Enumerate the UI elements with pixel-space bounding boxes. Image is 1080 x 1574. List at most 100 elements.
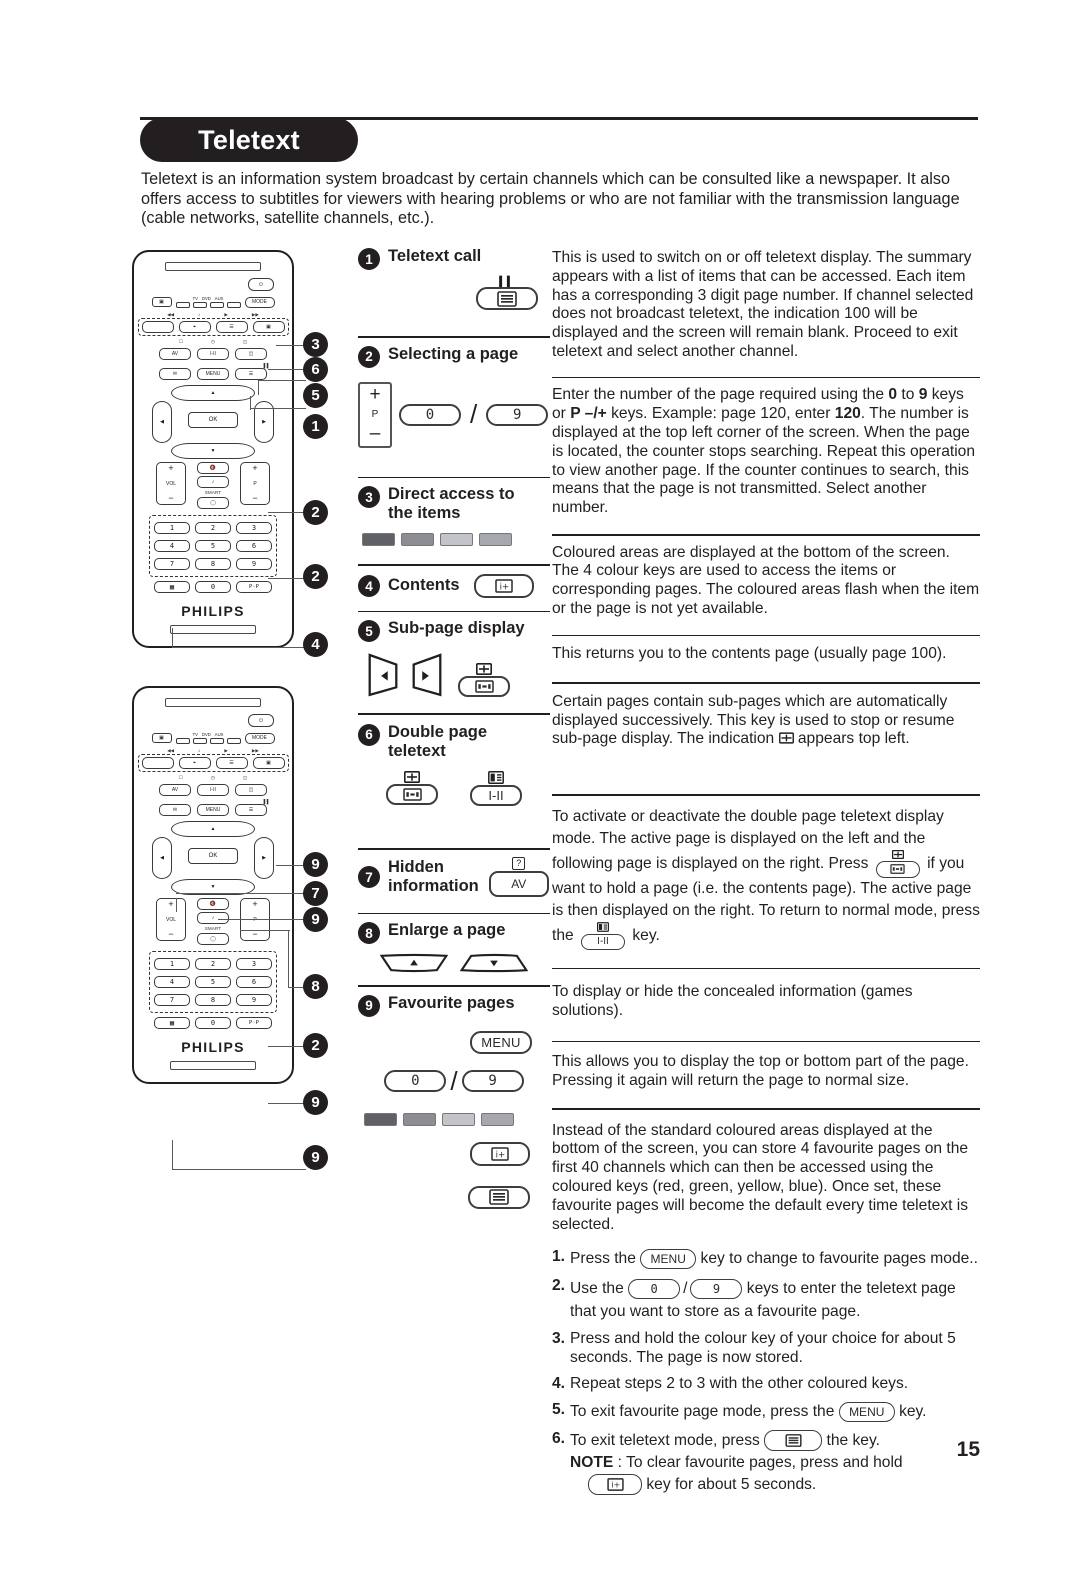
subpage-key-chip[interactable] [458,676,510,698]
i-ii-key-inline[interactable]: I-II [581,921,626,950]
colour-bar-green-2[interactable] [403,1112,436,1126]
colour-bar-red-2[interactable] [364,1112,397,1126]
mode-button-aux-2[interactable] [209,738,224,744]
dual-screen-button[interactable]: ◫ [235,348,267,360]
smart-picture-key-2[interactable]: ◯ [197,933,229,945]
digit-0-key-2[interactable]: 0 [384,1070,447,1093]
teletext-key-chip[interactable] [476,287,538,310]
nav-left-key[interactable] [364,651,402,697]
volume-rocker-2[interactable]: + VOL − [156,898,186,941]
colour-bar-blue[interactable] [479,533,512,547]
teletext-key-chip-2[interactable] [468,1185,530,1209]
key-5[interactable]: 5 [195,540,231,552]
contents-key-chip-2[interactable]: i+ [470,1141,530,1166]
nav-ok-button[interactable]: OK [188,412,238,428]
hold-key-inline-chip[interactable] [875,860,920,878]
program-rocker[interactable]: + P − [240,462,270,505]
key-1-b[interactable]: 1 [154,958,190,970]
contents-key-chip[interactable]: i+ [473,573,534,598]
digit-9-key-step2[interactable]: 9 [690,1279,743,1300]
colour-bar-green[interactable] [401,533,434,547]
mail-button[interactable]: ✉ [159,368,191,380]
mode-button-tv-2[interactable] [175,738,190,744]
mode-button-extra[interactable] [226,302,241,308]
key-0-b[interactable]: 0 [195,1017,231,1029]
digit-0-key[interactable]: 0 [399,403,461,426]
nav-up-button-2[interactable]: ▲ [171,821,255,837]
nav-left-button[interactable]: ◀ [152,401,172,443]
pip-key-2[interactable]: P·P [236,1017,272,1029]
key-9[interactable]: 9 [236,558,272,570]
digit-9-key-2[interactable]: 9 [461,1070,524,1093]
contents-key[interactable]: ▦ [154,581,190,593]
teletext-key-step6[interactable] [764,1430,823,1452]
mode-button-extra-2[interactable] [226,738,241,744]
key-1[interactable]: 1 [154,522,190,534]
av-key-chip[interactable]: AV [488,870,549,897]
key-2[interactable]: 2 [195,522,231,534]
digit-0-key-step2[interactable]: 0 [628,1279,681,1300]
nav-down-button[interactable]: ▼ [171,443,255,459]
mode-button[interactable]: MODE [244,296,275,308]
key-0[interactable]: 0 [195,581,231,593]
enlarge-down-key[interactable] [457,953,531,973]
colour-bar-blue-2[interactable] [481,1112,514,1126]
source-button-2[interactable]: ▣ [151,733,172,743]
i-ii-key-inline-chip[interactable]: I-II [581,933,626,950]
dual-screen-button-2[interactable]: ◫ [235,784,267,796]
key-4[interactable]: 4 [154,540,190,552]
smart-sound-button[interactable]: ⌖ [178,321,211,333]
smart-sound-key-2[interactable]: ♪ [197,912,229,924]
menu-button-2[interactable]: MENU [197,804,229,816]
smart-sound-key[interactable]: ♪ [197,476,229,488]
menu-key-chip-legend[interactable]: MENU [470,1030,532,1054]
smart-sound-button-2[interactable]: ⌖ [178,757,211,769]
key-3-b[interactable]: 3 [236,958,272,970]
source-button[interactable]: ▣ [151,297,172,307]
menu-button[interactable]: MENU [197,368,229,380]
key-9-b[interactable]: 9 [236,994,272,1006]
mode-button-dvd-2[interactable] [192,738,207,744]
hold-key-inline[interactable] [875,849,920,878]
power-button[interactable]: ⏻ [248,278,274,291]
picture-format-button-2[interactable]: ▣ [252,757,285,769]
teletext-call-button[interactable]: ☰ [235,368,267,380]
nav-right-key[interactable] [408,651,446,697]
nav-ok-button-2[interactable]: OK [188,848,238,864]
menu-key-step5[interactable]: MENU [838,1401,895,1422]
key-3[interactable]: 3 [236,522,272,534]
contents-key-note[interactable]: i+ [588,1474,643,1496]
key-8-b[interactable]: 8 [195,994,231,1006]
power-button-2[interactable]: ⏻ [248,714,274,727]
nav-right-button-2[interactable]: ▶ [254,837,274,879]
teletext-call-button-2[interactable]: ☰ [235,804,267,816]
mode-button-dvd[interactable] [192,302,207,308]
key-7-b[interactable]: 7 [154,994,190,1006]
mute-button-2[interactable]: 🔇 [197,898,229,910]
double-page-key-chip[interactable] [386,783,438,805]
key-6[interactable]: 6 [236,540,272,552]
menu-key-step1[interactable]: MENU [640,1249,697,1270]
teletext-button-2[interactable]: ☰ [215,757,248,769]
contents-key-2[interactable]: ▦ [154,1017,190,1029]
teletext-button[interactable]: ☰ [215,321,248,333]
i-ii-button-2[interactable]: I-II [197,784,229,796]
key-5-b[interactable]: 5 [195,976,231,988]
pip-key[interactable]: P·P [236,581,272,593]
rew-button[interactable] [141,321,174,333]
nav-left-button-2[interactable]: ◀ [152,837,172,879]
rew-button-2[interactable] [141,757,174,769]
colour-bar-yellow-2[interactable] [442,1112,475,1126]
key-6-b[interactable]: 6 [236,976,272,988]
key-2-b[interactable]: 2 [195,958,231,970]
colour-bar-red[interactable] [362,533,395,547]
digit-9-key[interactable]: 9 [486,403,549,426]
smart-picture-key[interactable]: ◯ [197,497,229,509]
av-button-2[interactable]: AV [159,784,191,796]
mute-button[interactable]: 🔇 [197,462,229,474]
mode-button-tv[interactable] [175,302,190,308]
mode-button-aux[interactable] [209,302,224,308]
i-ii-key-chip[interactable]: I-II [470,784,522,806]
i-ii-button[interactable]: I-II [197,348,229,360]
nav-up-button[interactable]: ▲ [171,385,255,401]
